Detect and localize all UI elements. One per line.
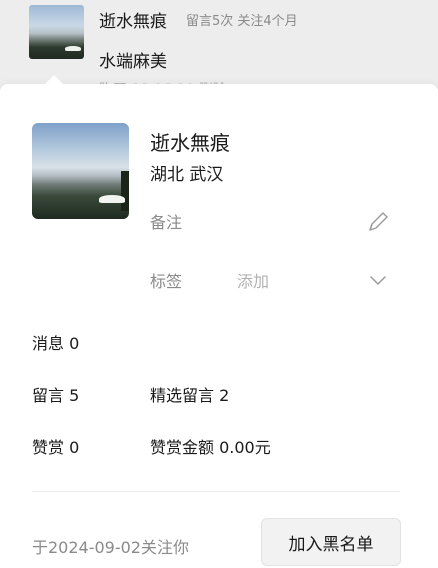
stat-appreciations[interactable]: 赞赏 0 — [32, 434, 79, 458]
avatar[interactable] — [32, 123, 129, 219]
chevron-down-icon[interactable] — [368, 270, 388, 290]
follow-date: 于2024-09-02关注你 — [32, 538, 189, 557]
background-comment-text: 水端麻美 — [99, 52, 167, 72]
pencil-icon[interactable] — [366, 210, 390, 234]
card-pointer — [44, 75, 64, 85]
user-profile-card: 逝水無痕 湖北 武汉 备注 标签 添加 消息 0 留言 5 精选留言 2 赞赏 … — [0, 75, 438, 568]
tag-add-link[interactable]: 添加 — [237, 268, 269, 292]
divider — [32, 491, 400, 492]
remark-label[interactable]: 备注 — [150, 209, 182, 233]
stat-appreciation-amount[interactable]: 赞赏金额 0.00元 — [150, 434, 271, 458]
background-avatar — [29, 5, 84, 59]
add-to-blacklist-button[interactable]: 加入黑名单 — [261, 518, 401, 566]
background-username: 逝水無痕 — [99, 12, 167, 32]
stat-featured-comments[interactable]: 精选留言 2 — [150, 382, 229, 406]
stat-messages[interactable]: 消息 0 — [32, 330, 79, 354]
background-user-meta: 留言5次 关注4个月 — [186, 14, 298, 29]
stat-comments[interactable]: 留言 5 — [32, 382, 79, 406]
user-region: 湖北 武汉 — [150, 165, 224, 185]
user-nickname: 逝水無痕 — [150, 131, 230, 155]
tag-label: 标签 — [150, 272, 183, 291]
